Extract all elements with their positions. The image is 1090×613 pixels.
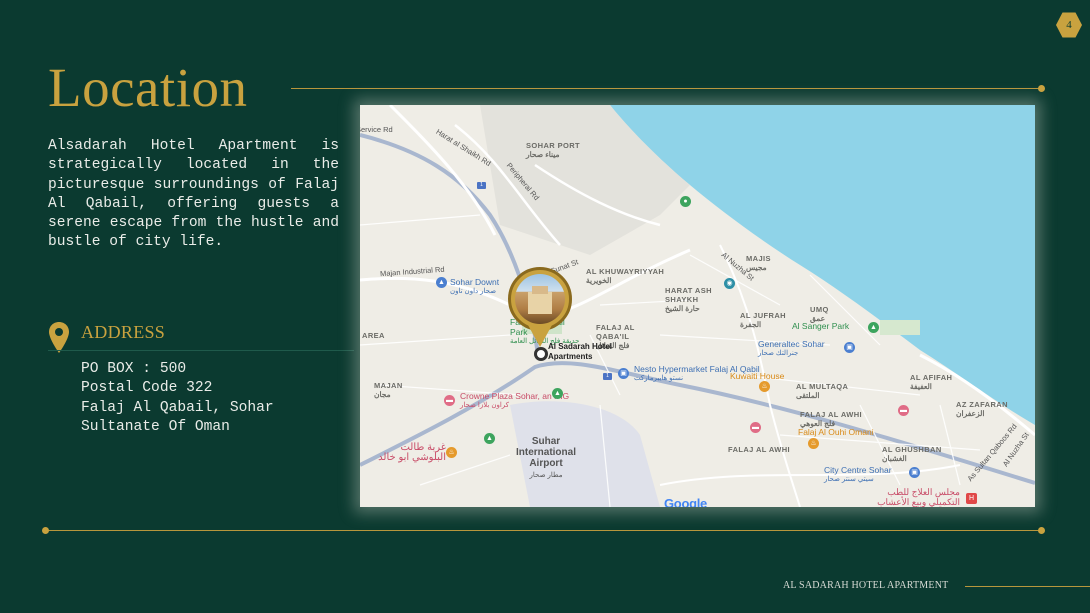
hospital-icon[interactable]: H [966,493,977,504]
shopping-cart-icon[interactable]: ▣ [618,368,629,379]
poi-kuwaiti-house[interactable]: Kuwaiti House [730,371,784,381]
poi-suhar-airport[interactable]: Suhar International Airport مطار صحار [506,436,586,481]
poi-city-centre-sohar[interactable]: City Centre Sohar سيتي سنتر صحار [824,465,892,485]
address-line-po-box: PO BOX : 500 [81,361,187,377]
footer-divider-dot [42,527,49,534]
area-label: MAJIS مجيس [746,254,771,272]
area-label: AL AFIFAH العفيفة [910,373,953,391]
poi-clinic-arabic[interactable]: مجلس العلاج للطب التكميلي وبيع الأعشاب [860,487,960,507]
park-marker-icon[interactable]: ▲ [552,388,563,399]
title-divider [291,88,1041,89]
title-divider-dot [1038,85,1045,92]
hotel-photo [515,274,565,324]
hotel-pin-frame [508,267,572,331]
area-label: AL MULTAQA الملتقى [796,382,849,400]
road-shield-icon: 1 [477,182,486,189]
footer-brand: AL SADARAH HOTEL APARTMENT [783,580,949,591]
slide: 4 Location Alsadarah Hotel Apartment is … [0,0,1090,613]
park-marker-icon[interactable]: ● [680,196,691,207]
area-label: AREA [362,331,385,340]
park-marker-icon[interactable]: ▲ [484,433,495,444]
address-line-city: Falaj Al Qabail, Sohar [81,399,274,416]
google-logo: Google [664,496,707,507]
restaurant-icon[interactable]: ♨ [808,438,819,449]
address-divider [48,350,354,351]
address-heading: ADDRESS [81,322,166,342]
road-label: Service Rd [360,125,393,134]
hotel-map-label[interactable]: Al Sadarah Hotel Apartments [548,342,628,362]
poi-falaj-al-ouhi-omani[interactable]: Falaj Al Ouhi Omani [798,427,874,437]
hotel-pin-dot [534,347,548,361]
area-label: FALAJ AL AWHI [728,445,791,454]
footer-divider [46,530,1042,531]
hotel-marker-icon[interactable]: ▬ [444,395,455,406]
shopping-icon[interactable]: ▣ [844,342,855,353]
restaurant-icon[interactable]: ♨ [446,447,457,458]
location-map[interactable]: Service Rd Harat al Shaikh Rd Peripheral… [360,105,1035,507]
address-lines: PO BOX : 500 Postal Code 322 Falaj Al Qa… [81,360,274,437]
shopping-icon[interactable]: ▣ [909,467,920,478]
road-shield-icon: 1 [603,373,612,380]
poi-al-sanger-park[interactable]: Al Sanger Park [792,321,849,331]
google-logo-text: Google [664,496,707,507]
area-label: HARAT ASH SHAYKH حارة الشيخ [665,286,712,313]
address-line-country: Sultanate Of Oman [81,418,230,435]
shopping-icon[interactable]: ▲ [436,277,447,288]
intro-paragraph: Alsadarah Hotel Apartment is strategical… [48,138,339,251]
attraction-icon[interactable]: ◉ [724,278,735,289]
poi-restaurant-arabic[interactable]: غربة طالت البلوشي ابو خالد [366,443,446,463]
footer-divider-dot [1038,527,1045,534]
hotel-marker-icon[interactable]: ▬ [750,422,761,433]
restaurant-icon[interactable]: ♨ [759,381,770,392]
hotel-marker-icon[interactable]: ▬ [898,405,909,416]
poi-generaltec-sohar[interactable]: Generaltec Sohar جنرالتك صحار [758,339,825,359]
park-marker-icon[interactable]: ▲ [868,322,879,333]
area-label: SOHAR PORT ميناء صحار [526,141,581,159]
area-label: MAJAN مجان [374,381,403,399]
area-label: FALAJ AL AWHI فلج العوهي [800,410,863,428]
area-label: AL GHUSHBAN الغشبان [882,445,942,463]
page-title: Location [48,57,248,118]
area-label: AL JUFRAH الجفرة [740,311,786,329]
poi-sohar-downtown[interactable]: Sohar Downt صحار داون تاون [450,277,499,297]
address-line-postal-code: Postal Code 322 [81,380,213,397]
area-label: AL KHUWAYRIYYAH الخويرية [586,267,665,285]
page-number-badge: 4 [1056,12,1082,38]
footer-brand-divider [965,586,1090,587]
area-label: AZ ZAFARAN الزعفران [956,400,1008,418]
